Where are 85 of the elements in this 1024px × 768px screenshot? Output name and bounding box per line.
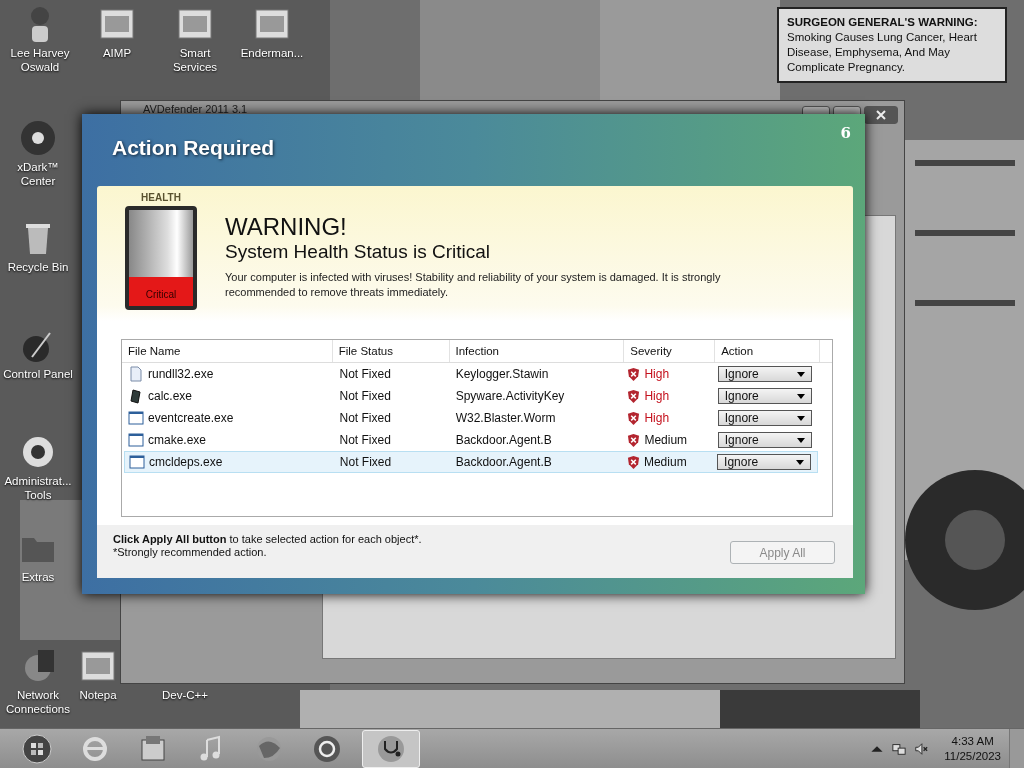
- column-header[interactable]: Severity: [624, 340, 716, 362]
- disc-icon[interactable]: [18, 118, 58, 158]
- warning-subheading: System Health Status is Critical: [225, 240, 492, 264]
- severity-label: Medium: [644, 433, 688, 447]
- ring-icon: [312, 734, 342, 764]
- severity-label: High: [644, 367, 670, 381]
- window-title: AVDefender 2011 3.1: [143, 103, 248, 115]
- caret-icon: [796, 393, 805, 399]
- desktop-icon-label[interactable]: Network Connections: [0, 688, 76, 716]
- desktop-icon-label[interactable]: Smart Services: [157, 46, 233, 74]
- window-icon: [128, 432, 144, 448]
- threat-row[interactable]: eventcreate.exe Not Fixed W32.Blaster.Worm High Ignore: [124, 407, 818, 429]
- caret-icon: [796, 415, 805, 421]
- caret-icon: [796, 371, 805, 377]
- file-name: calc.exe: [148, 389, 193, 403]
- action-dropdown[interactable]: Ignore: [717, 432, 812, 448]
- infection-name: W32.Blaster.Worm: [454, 411, 557, 425]
- action-dropdown[interactable]: Ignore: [717, 454, 812, 470]
- column-header[interactable]: File Name: [122, 340, 333, 362]
- desktop-icon-label[interactable]: Administrat... Tools: [0, 474, 76, 502]
- infection-name: Backdoor.Agent.B: [454, 455, 553, 469]
- instruction-text: Click Apply All button to take selected action for each object*.: [113, 533, 422, 545]
- severity-label: High: [644, 389, 670, 403]
- muted-speaker-icon[interactable]: [914, 742, 929, 756]
- document-icon: [128, 366, 144, 382]
- desktop-icon-label[interactable]: Control Panel: [3, 367, 73, 381]
- file-name: eventcreate.exe: [148, 411, 234, 425]
- desktop-icon-label[interactable]: Lee Harvey Oswald: [2, 46, 78, 74]
- infection-name: Spyware.ActivityKey: [454, 389, 566, 403]
- shield-icon: [627, 410, 641, 426]
- threat-row[interactable]: calc.exe Not Fixed Spyware.ActivityKey High Ignore: [124, 385, 818, 407]
- threat-row[interactable]: cmake.exe Not Fixed Backdoor.Agent.B Medium Ignore: [124, 429, 818, 451]
- shield-icon: [627, 366, 641, 382]
- dialog-title: Action Required: [112, 136, 275, 160]
- taskbar-button[interactable]: [362, 730, 420, 768]
- warning-heading: WARNING!: [225, 214, 348, 240]
- file-name: cmake.exe: [148, 433, 207, 447]
- desktop-icon-label[interactable]: AIMP: [102, 46, 132, 60]
- shield-icon: [626, 454, 640, 470]
- action-dropdown[interactable]: Ignore: [717, 388, 812, 404]
- file-status: Not Fixed: [338, 411, 392, 425]
- infection-name: Backdoor.Agent.B: [454, 433, 553, 447]
- desktop-icon-label[interactable]: Extras: [21, 570, 55, 584]
- column-header[interactable]: Infection: [449, 340, 625, 362]
- caret-icon: [796, 459, 805, 465]
- file-status: Not Fixed: [338, 455, 393, 469]
- severity-label: High: [644, 411, 670, 425]
- column-header[interactable]: Action: [715, 340, 820, 362]
- severity-label: Medium: [643, 455, 687, 469]
- column-header[interactable]: File Status: [332, 340, 450, 362]
- desktop-icon-label[interactable]: Enderman...: [240, 46, 304, 60]
- window-icon: [128, 410, 144, 426]
- health-label: HEALTH: [141, 192, 181, 203]
- shield-icon: [627, 388, 641, 404]
- browser-icon: [80, 734, 110, 764]
- caret-icon: [796, 437, 805, 443]
- desktop-icon-label[interactable]: Dev-C++: [162, 688, 208, 702]
- phone-icon: [128, 388, 144, 404]
- close-icon[interactable]: [864, 106, 898, 124]
- file-status: Not Fixed: [338, 389, 392, 403]
- warning-message: Your computer is infected with viruses! Stability and reliability of your system is damaged. It is strongly recommended to remove threats immediately.: [225, 270, 722, 300]
- clock-time[interactable]: 4:33 AM: [951, 734, 994, 749]
- threat-row[interactable]: cmcldeps.exe Not Fixed Backdoor.Agent.B Medium Ignore: [124, 451, 818, 473]
- archive-icon: [138, 734, 168, 764]
- desktop-icon-label[interactable]: xDark™ Center: [0, 160, 76, 188]
- network-icon[interactable]: [892, 742, 907, 756]
- desktop-icon-label[interactable]: Notepa: [79, 688, 117, 702]
- action-dropdown[interactable]: Ignore: [717, 410, 812, 426]
- threat-row[interactable]: rundll32.exe Not Fixed Keylogger.Stawin High Ignore: [124, 363, 818, 385]
- action-dropdown[interactable]: Ignore: [717, 366, 812, 382]
- stethoscope-icon: [376, 734, 406, 764]
- infection-name: Keylogger.Stawin: [454, 367, 550, 381]
- countdown: 6: [840, 124, 851, 142]
- warning-note: SURGEON GENERAL'S WARNING: Smoking Causes Lung Cancer, Heart Disease, Emphysema, And May Complicate Pregnancy.: [777, 7, 1007, 83]
- shield-icon: [627, 432, 641, 448]
- file-name: cmcldeps.exe: [149, 455, 223, 469]
- footnote: *Strongly recommended action.: [113, 546, 268, 558]
- desktop-icon-label[interactable]: Recycle Bin: [7, 260, 69, 274]
- clock-date[interactable]: 11/25/2023: [944, 749, 1001, 764]
- start-orb-icon: [22, 734, 52, 764]
- file-name: rundll32.exe: [148, 367, 214, 381]
- file-status: Not Fixed: [338, 367, 392, 381]
- file-status: Not Fixed: [338, 433, 392, 447]
- health-status: Critical: [145, 289, 177, 300]
- window-icon: [129, 454, 145, 470]
